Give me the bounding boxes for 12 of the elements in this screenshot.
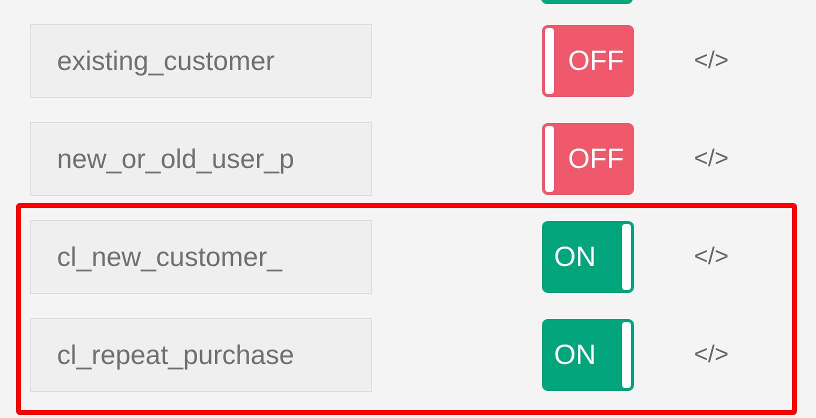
code-button[interactable]: </> xyxy=(694,47,729,75)
toggle-switch[interactable]: ON xyxy=(542,221,634,293)
name-field[interactable]: cl_repeat_purchase xyxy=(30,318,372,392)
toggle-switch[interactable]: ON xyxy=(542,319,634,391)
toggle-switch[interactable]: OFF xyxy=(542,123,634,195)
name-field[interactable]: existing_customer xyxy=(30,24,372,98)
name-field[interactable]: new_or_old_user_p xyxy=(30,122,372,196)
code-button[interactable]: </> xyxy=(694,145,729,173)
code-button[interactable]: </> xyxy=(694,341,729,369)
code-button[interactable]: </> xyxy=(694,243,729,271)
toggle-switch[interactable]: OFF xyxy=(542,25,634,97)
name-field[interactable]: cl_new_customer_ xyxy=(30,220,372,294)
